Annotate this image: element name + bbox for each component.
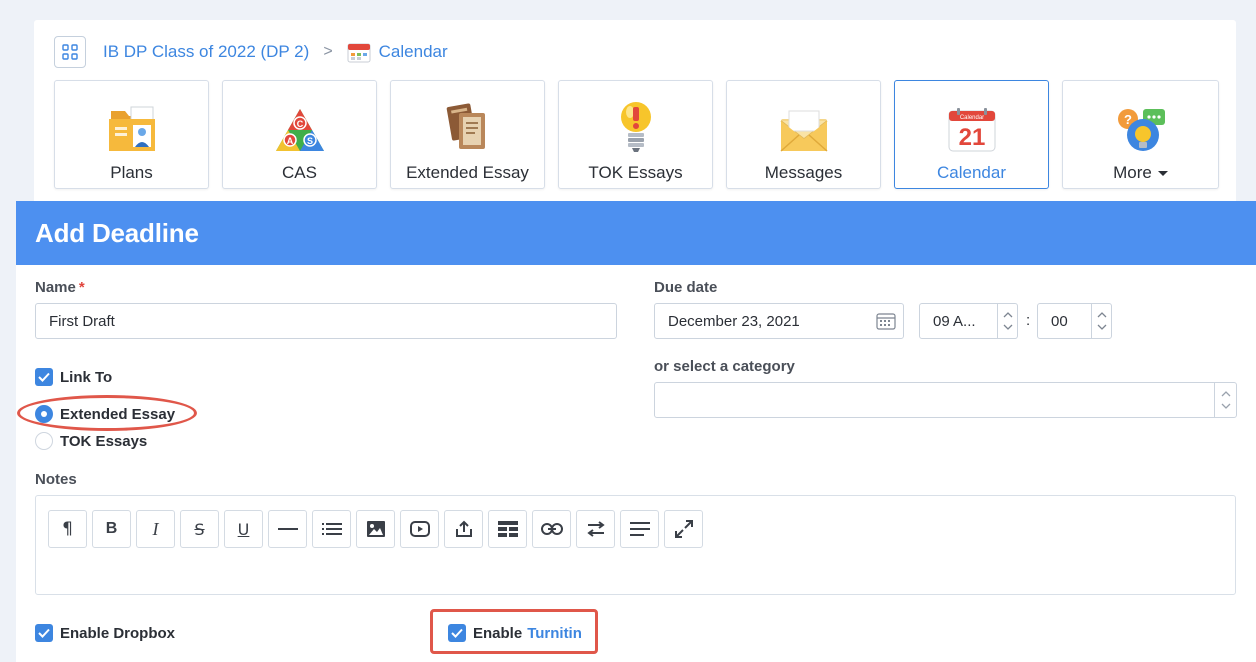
tile-label: More (1113, 163, 1168, 183)
tile-calendar[interactable]: Calendar 21 Calendar (894, 80, 1049, 189)
grid-menu-button[interactable] (54, 36, 86, 68)
top-card: IB DP Class of 2022 (DP 2) > Calendar Pl… (34, 20, 1236, 210)
notes-editor[interactable]: ¶ B I S U (35, 495, 1236, 595)
svg-text:S: S (306, 136, 312, 146)
name-input[interactable] (35, 303, 617, 339)
books-icon (443, 95, 493, 153)
link-to-checkbox[interactable]: Link To (35, 368, 112, 386)
module-tiles: Plans C A S CAS Extended Essay TOK Essay… (54, 80, 1219, 189)
breadcrumb-class-link[interactable]: IB DP Class of 2022 (DP 2) (103, 42, 309, 62)
radio-label: TOK Essays (60, 432, 148, 450)
horizontal-rule-icon[interactable] (268, 510, 307, 548)
breadcrumb-current-page[interactable]: Calendar (379, 42, 448, 62)
checkbox-checked-icon (448, 624, 466, 642)
chevron-down-icon (1221, 403, 1230, 409)
radio-unselected-icon (35, 432, 53, 450)
upload-icon[interactable] (444, 510, 483, 548)
tile-more[interactable]: ? More (1062, 80, 1219, 189)
tile-extended-essay[interactable]: Extended Essay (390, 80, 545, 189)
tile-label: Extended Essay (406, 163, 529, 182)
fullscreen-icon[interactable] (664, 510, 703, 548)
tile-messages[interactable]: Messages (726, 80, 881, 189)
tile-label: Calendar (937, 163, 1006, 182)
align-icon[interactable] (620, 510, 659, 548)
enable-turnitin-checkbox[interactable]: Enable Turnitin (448, 624, 582, 642)
tile-cas[interactable]: C A S CAS (222, 80, 377, 189)
due-date-field (654, 303, 904, 339)
calendar-icon-day: 21 (958, 124, 985, 151)
radio-tok-essays[interactable]: TOK Essays (35, 432, 147, 450)
bold-icon[interactable]: B (92, 510, 131, 548)
due-date-input[interactable] (654, 303, 904, 339)
chevron-up-icon (1221, 391, 1230, 397)
turnitin-link[interactable]: Turnitin (527, 625, 582, 642)
grid-icon (62, 44, 78, 60)
name-label: Name * (35, 279, 85, 296)
tile-plans[interactable]: Plans (54, 80, 209, 189)
tile-label: TOK Essays (588, 163, 683, 182)
modal-title: Add Deadline (35, 217, 199, 248)
enable-dropbox-label: Enable Dropbox (60, 624, 176, 642)
checkbox-checked-icon (35, 368, 53, 386)
category-select-arrows[interactable] (1214, 383, 1236, 417)
notes-label: Notes (35, 471, 77, 488)
chevron-up-icon[interactable] (1003, 312, 1013, 318)
calendar-icon (347, 41, 371, 63)
enable-dropbox-checkbox[interactable]: Enable Dropbox (35, 624, 175, 642)
chevron-up-icon[interactable] (1097, 312, 1107, 318)
minute-spinner-arrows[interactable] (1091, 304, 1111, 338)
add-deadline-modal: Add Deadline Name* Due date 09 A... : 00… (16, 201, 1256, 662)
checkbox-checked-icon (35, 624, 53, 642)
tile-label: Messages (764, 163, 843, 182)
link-icon[interactable] (532, 510, 571, 548)
required-mark: * (78, 279, 85, 296)
table-icon[interactable] (488, 510, 527, 548)
date-picker-icon[interactable] (876, 312, 896, 335)
list-icon[interactable] (312, 510, 351, 548)
image-icon[interactable] (356, 510, 395, 548)
tile-label: CAS (282, 163, 317, 182)
svg-text:C: C (296, 119, 303, 129)
strikethrough-icon[interactable]: S (180, 510, 219, 548)
paragraph-icon[interactable]: ¶ (48, 510, 87, 548)
radio-extended-essay[interactable]: Extended Essay (35, 405, 175, 423)
hour-value: 09 A... (933, 312, 976, 330)
more-label: More (1113, 163, 1152, 182)
cas-triangle-icon: C A S (274, 95, 326, 153)
video-icon[interactable] (400, 510, 439, 548)
chevron-down-icon[interactable] (1097, 324, 1107, 330)
minute-value: 00 (1051, 312, 1068, 330)
envelope-icon (779, 95, 829, 153)
calendar-21-icon: Calendar 21 (947, 95, 997, 153)
modal-header: Add Deadline (16, 201, 1256, 265)
due-date-label: Due date (654, 279, 718, 296)
radio-label: Extended Essay (60, 405, 176, 423)
hour-spinner[interactable]: 09 A... (919, 303, 1018, 339)
tile-label: Plans (110, 163, 153, 182)
lightbulb-icon (616, 95, 656, 153)
breadcrumb-separator: > (323, 43, 333, 60)
category-label: or select a category (654, 358, 795, 375)
breadcrumb: IB DP Class of 2022 (DP 2) > Calendar (54, 36, 448, 68)
minute-spinner[interactable]: 00 (1037, 303, 1112, 339)
hour-spinner-arrows[interactable] (997, 304, 1017, 338)
svg-text:A: A (286, 136, 293, 146)
name-label-text: Name (35, 279, 76, 296)
question-chat-icon: ? (1115, 95, 1167, 153)
enable-label: Enable (473, 624, 523, 642)
link-to-label: Link To (60, 368, 113, 386)
chevron-down-icon[interactable] (1003, 324, 1013, 330)
category-select[interactable] (654, 382, 1237, 418)
calendar-icon-month: Calendar (959, 115, 983, 121)
underline-icon[interactable]: U (224, 510, 263, 548)
tile-tok-essays[interactable]: TOK Essays (558, 80, 713, 189)
caret-down-icon (1157, 171, 1168, 177)
plans-folder-icon (105, 95, 159, 153)
editor-toolbar: ¶ B I S U (48, 510, 708, 548)
radio-selected-icon (35, 405, 53, 423)
italic-icon[interactable]: I (136, 510, 175, 548)
swap-icon[interactable] (576, 510, 615, 548)
time-separator: : (1026, 312, 1031, 329)
